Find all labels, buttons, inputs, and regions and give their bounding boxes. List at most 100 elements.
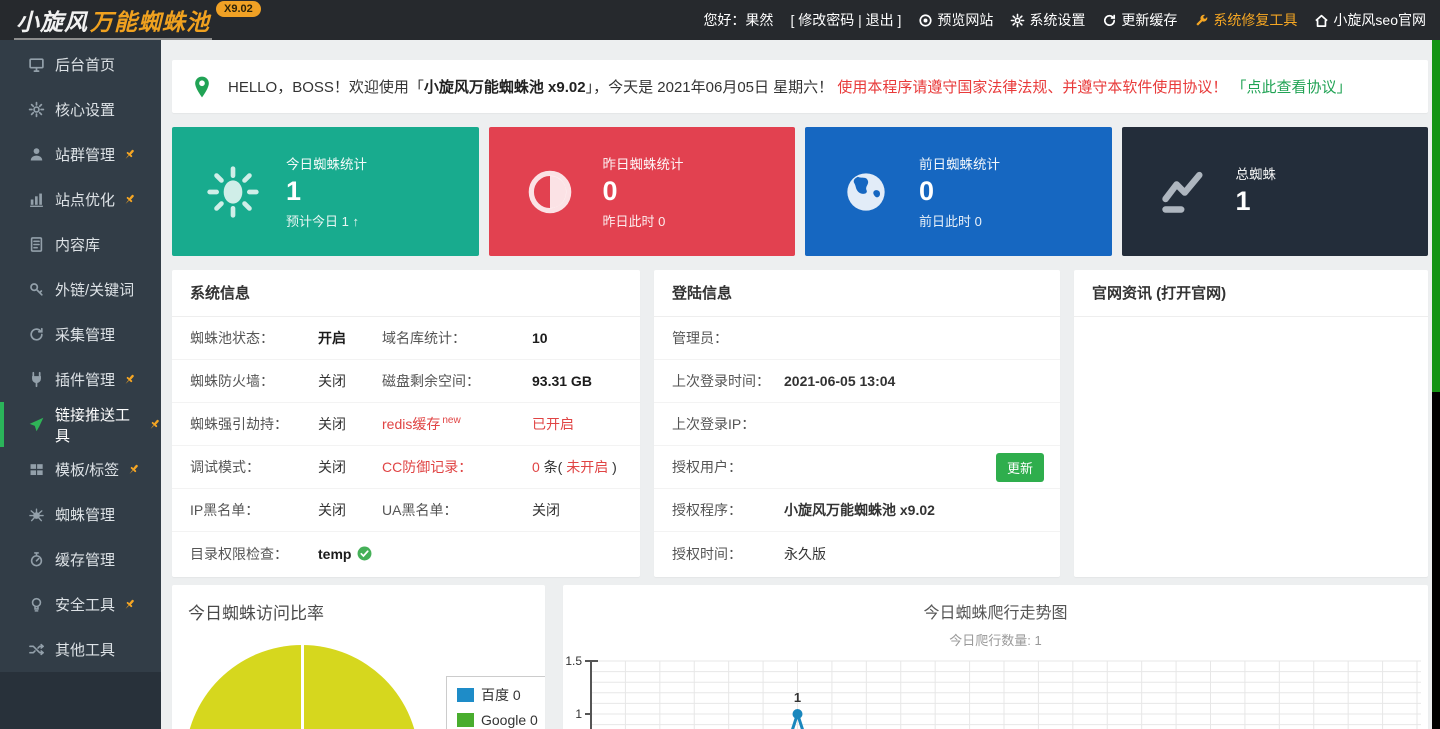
info-row: 管理员： bbox=[654, 317, 1060, 360]
top-header: 小旋风万能蜘蛛池 X9.02 您好：果然 [ 修改密码 | 退出 ] 预览网站 … bbox=[0, 0, 1440, 40]
stat-title: 总蜘蛛 bbox=[1236, 163, 1277, 183]
trend-icon bbox=[1154, 164, 1212, 220]
banner-warning: 使用本程序请遵守国家法律法规、并遵守本软件使用协议！ bbox=[837, 79, 1227, 96]
spider-ratio-panel: 今日蜘蛛访问比率 百度 0 Google 0 360蜘蛛 0 bbox=[172, 585, 545, 729]
sidebar-item-core-settings[interactable]: 核心设置 bbox=[0, 87, 161, 132]
nav-refresh-cache[interactable]: 更新缓存 bbox=[1102, 10, 1177, 30]
info-row: 授权时间：永久版 bbox=[654, 532, 1060, 575]
globe-icon bbox=[837, 164, 895, 220]
timer-icon bbox=[28, 551, 45, 568]
sidebar-item-dashboard[interactable]: 后台首页 bbox=[0, 42, 161, 87]
sidebar-item-spider-manage[interactable]: 蜘蛛管理 bbox=[0, 492, 161, 537]
wrench-icon bbox=[1194, 13, 1209, 28]
app-logo: 小旋风万能蜘蛛池 X9.02 bbox=[14, 1, 261, 40]
sidebar-footer bbox=[0, 672, 161, 729]
version-badge: X9.02 bbox=[216, 1, 261, 17]
info-row: 上次登录IP： bbox=[654, 403, 1060, 446]
news-panel: 官网资讯 (打开官网) bbox=[1074, 270, 1428, 577]
contrast-icon bbox=[521, 164, 579, 220]
sidebar: 后台首页 核心设置 站群管理 站点优化 内容库 外链/关键词 采集管理 bbox=[0, 40, 161, 729]
sidebar-item-content-library[interactable]: 内容库 bbox=[0, 222, 161, 267]
legend-item: Google 0 bbox=[457, 712, 544, 728]
pie-legend: 百度 0 Google 0 360蜘蛛 0 bbox=[446, 676, 545, 729]
sidebar-item-collection[interactable]: 采集管理 bbox=[0, 312, 161, 357]
stat-value: 1 bbox=[286, 176, 367, 207]
monitor-icon bbox=[28, 56, 45, 73]
chart-bar-icon bbox=[28, 191, 45, 208]
panel-title: 系统信息 bbox=[172, 270, 640, 317]
plug-icon bbox=[28, 371, 45, 388]
info-row: 上次登录时间：2021-06-05 13:04 bbox=[654, 360, 1060, 403]
sidebar-item-site-optimize[interactable]: 站点优化 bbox=[0, 177, 161, 222]
scrollbar-thumb[interactable] bbox=[1432, 40, 1440, 392]
logo-part1: 小旋风 bbox=[16, 9, 88, 35]
sidebar-item-site-group[interactable]: 站群管理 bbox=[0, 132, 161, 177]
pie-slice-divider bbox=[301, 645, 304, 729]
stat-value: 0 bbox=[603, 176, 684, 207]
key-icon bbox=[28, 281, 45, 298]
line-chart-title: 今日蜘蛛爬行走势图 bbox=[563, 599, 1428, 623]
nav-official-site[interactable]: 小旋风seo官网 bbox=[1314, 10, 1426, 30]
document-icon bbox=[28, 236, 45, 253]
nav-preview-site[interactable]: 预览网站 bbox=[918, 10, 993, 30]
preview-icon bbox=[918, 13, 933, 28]
spider-icon bbox=[28, 506, 45, 523]
refresh-icon bbox=[1102, 13, 1117, 28]
nav-system-settings[interactable]: 系统设置 bbox=[1010, 10, 1085, 30]
sidebar-item-templates-tags[interactable]: 模板/标签 bbox=[0, 447, 161, 492]
pin-icon bbox=[123, 598, 136, 611]
login-info-panel: 登陆信息 管理员： 上次登录时间：2021-06-05 13:04 上次登录IP… bbox=[654, 270, 1060, 577]
legend-item: 百度 0 bbox=[457, 685, 544, 705]
pin-icon bbox=[123, 373, 136, 386]
check-circle-icon bbox=[357, 546, 372, 561]
info-row: 蜘蛛强引劫持：关闭 redis缓存new 已开启 bbox=[172, 403, 640, 446]
send-icon bbox=[28, 416, 45, 433]
stat-card-yesterday: 昨日蜘蛛统计 0 昨日此时 0 bbox=[489, 127, 796, 256]
logo-part2: 万能蜘蛛池 bbox=[90, 9, 210, 35]
stat-card-today: 今日蜘蛛统计 1 预计今日 1 ↑ bbox=[172, 127, 479, 256]
pie-chart-title: 今日蜘蛛访问比率 bbox=[172, 585, 545, 624]
home-icon bbox=[1314, 13, 1329, 28]
news-panel-title[interactable]: 官网资讯 (打开官网) bbox=[1074, 270, 1428, 317]
account-links[interactable]: [ 修改密码 | 退出 ] bbox=[790, 10, 901, 30]
user-greeting: 您好：果然 bbox=[703, 10, 773, 30]
program-name: 小旋风万能蜘蛛池 x9.02 bbox=[424, 79, 586, 96]
update-auth-button[interactable]: 更新 bbox=[996, 453, 1044, 482]
sidebar-item-cache-manage[interactable]: 缓存管理 bbox=[0, 537, 161, 582]
gear-icon bbox=[1010, 13, 1025, 28]
spider-trend-panel: 今日蜘蛛爬行走势图 今日爬行数量: 1 11.51 bbox=[563, 585, 1428, 729]
user-icon bbox=[28, 146, 45, 163]
stat-title: 昨日蜘蛛统计 bbox=[603, 153, 684, 173]
banner-text: HELLO，BOSS！欢迎使用「小旋风万能蜘蛛池 x9.02」，今天是 2021… bbox=[228, 76, 1352, 97]
info-row: 蜘蛛防火墙：关闭 磁盘剩余空间：93.31 GB bbox=[172, 360, 640, 403]
info-row: 授权用户： 更新 bbox=[654, 446, 1060, 489]
welcome-banner: HELLO，BOSS！欢迎使用「小旋风万能蜘蛛池 x9.02」，今天是 2021… bbox=[172, 60, 1428, 113]
page-scrollbar[interactable] bbox=[1432, 40, 1440, 729]
sidebar-item-plugins[interactable]: 插件管理 bbox=[0, 357, 161, 402]
map-pin-icon bbox=[192, 75, 212, 99]
pin-icon bbox=[123, 148, 136, 161]
bulb-icon bbox=[28, 596, 45, 613]
stat-subtitle: 预计今日 1 ↑ bbox=[286, 211, 367, 230]
agreement-link[interactable]: 「点此查看协议」 bbox=[1232, 79, 1352, 96]
sidebar-item-security-tools[interactable]: 安全工具 bbox=[0, 582, 161, 627]
info-row: 调试模式：关闭 CC防御记录： 0 条( 未开启 ) bbox=[172, 446, 640, 489]
legend-swatch bbox=[457, 713, 474, 727]
line-chart-subtitle: 今日爬行数量: 1 bbox=[563, 630, 1428, 649]
svg-text:1: 1 bbox=[575, 707, 582, 721]
sidebar-item-link-push-tools[interactable]: 链接推送工具 bbox=[0, 402, 161, 447]
pin-icon bbox=[123, 193, 136, 206]
sidebar-item-links-keywords[interactable]: 外链/关键词 bbox=[0, 267, 161, 312]
info-row: 蜘蛛池状态：开启 域名库统计：10 bbox=[172, 317, 640, 360]
sidebar-item-other-tools[interactable]: 其他工具 bbox=[0, 627, 161, 672]
legend-swatch bbox=[457, 688, 474, 702]
pin-icon bbox=[148, 418, 161, 431]
panel-title: 登陆信息 bbox=[654, 270, 1060, 317]
nav-repair-tools[interactable]: 系统修复工具 bbox=[1194, 10, 1297, 30]
sun-icon bbox=[204, 164, 262, 220]
svg-text:1.5: 1.5 bbox=[565, 654, 582, 668]
stat-subtitle: 前日此时 0 bbox=[919, 211, 1000, 230]
system-info-panel: 系统信息 蜘蛛池状态：开启 域名库统计：10 蜘蛛防火墙：关闭 磁盘剩余空间：9… bbox=[172, 270, 640, 577]
new-badge: new bbox=[442, 415, 460, 426]
stat-title: 今日蜘蛛统计 bbox=[286, 153, 367, 173]
